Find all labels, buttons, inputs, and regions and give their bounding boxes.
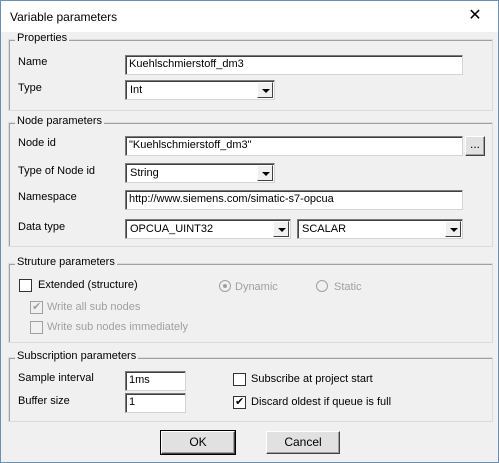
properties-group-label: Properties — [15, 32, 70, 44]
type-of-node-id-select[interactable]: String — [125, 163, 275, 183]
data-type-select[interactable]: OPCUA_UINT32 — [125, 219, 291, 239]
checkmark-icon: ✔ — [32, 301, 42, 313]
namespace-label: Namespace — [18, 191, 77, 203]
checkmark-icon: ✔ — [235, 396, 245, 408]
subscription-parameters-group-label: Subscription parameters — [15, 350, 139, 362]
data-type-value: OPCUA_UINT32 — [130, 223, 214, 235]
data-shape-select[interactable]: SCALAR — [297, 219, 463, 239]
data-shape-value: SCALAR — [302, 223, 347, 235]
dynamic-label: Dynamic — [235, 281, 278, 293]
name-label: Name — [18, 56, 48, 68]
extended-checkbox[interactable] — [19, 279, 32, 292]
write-all-checkbox[interactable]: ✔ — [30, 301, 43, 314]
chevron-down-icon[interactable] — [257, 82, 273, 98]
discard-oldest-label: Discard oldest if queue is full — [251, 396, 392, 408]
write-immediately-label: Write sub nodes immediately — [47, 321, 189, 333]
cancel-button[interactable]: Cancel — [266, 431, 340, 454]
ok-button[interactable]: OK — [160, 430, 236, 455]
properties-group: Properties — [8, 32, 493, 111]
node-id-label: Node id — [18, 137, 56, 149]
write-all-label: Write all sub nodes — [47, 301, 141, 313]
variable-parameters-dialog: Variable parameters ✕ Properties Name Ku… — [0, 0, 499, 463]
node-id-input[interactable]: "Kuehlschmierstoff_dm3" — [125, 136, 463, 156]
sample-interval-input[interactable]: 1ms — [125, 371, 186, 391]
chevron-down-icon[interactable] — [445, 221, 461, 237]
type-of-node-id-label: Type of Node id — [18, 165, 96, 177]
close-icon[interactable]: ✕ — [452, 1, 498, 31]
chevron-down-icon[interactable] — [273, 221, 289, 237]
dynamic-radio[interactable] — [219, 280, 231, 292]
write-immediately-checkbox[interactable] — [30, 321, 43, 334]
window-title: Variable parameters — [10, 10, 118, 24]
browse-node-id-button[interactable]: ... — [465, 136, 485, 156]
type-label: Type — [18, 82, 42, 94]
name-input[interactable]: Kuehlschmierstoff_dm3 — [125, 55, 463, 75]
subscription-parameters-group: Subscription parameters — [8, 350, 493, 422]
title-bar: Variable parameters ✕ — [1, 1, 498, 32]
buffer-size-label: Buffer size — [18, 395, 70, 407]
type-select[interactable]: Int — [125, 80, 275, 100]
type-of-node-id-value: String — [130, 167, 159, 179]
type-select-value: Int — [130, 84, 143, 96]
static-radio[interactable] — [316, 280, 328, 292]
chevron-down-icon[interactable] — [257, 165, 273, 181]
sample-interval-label: Sample interval — [18, 372, 94, 384]
subscribe-at-start-checkbox[interactable] — [233, 373, 246, 386]
data-type-label: Data type — [18, 221, 66, 233]
buffer-size-input[interactable]: 1 — [125, 393, 186, 413]
namespace-input[interactable]: http://www.siemens.com/simatic-s7-opcua — [125, 190, 463, 210]
subscribe-at-start-label: Subscribe at project start — [251, 373, 373, 385]
node-parameters-group-label: Node parameters — [15, 115, 104, 127]
discard-oldest-checkbox[interactable]: ✔ — [233, 396, 246, 409]
static-label: Static — [334, 281, 362, 293]
radio-dot-icon — [223, 284, 227, 288]
extended-label: Extended (structure) — [38, 279, 138, 291]
structure-parameters-group-label: Struture parameters — [15, 256, 117, 268]
